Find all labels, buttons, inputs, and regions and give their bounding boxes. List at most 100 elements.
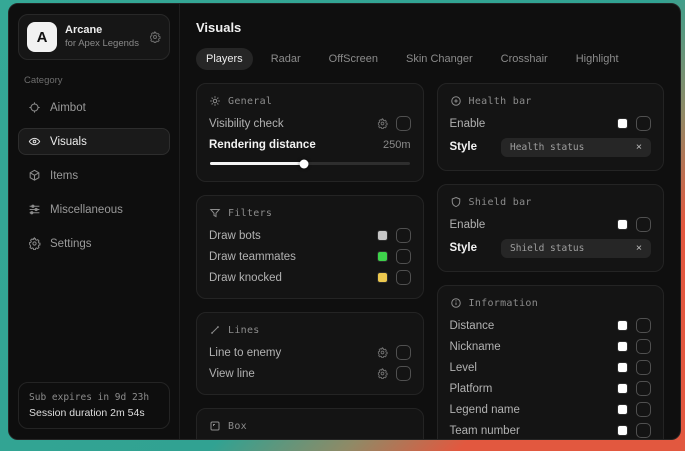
- checkbox[interactable]: [396, 228, 411, 243]
- gear-icon[interactable]: [377, 118, 388, 129]
- sidebar-item-miscellaneous[interactable]: Miscellaneous: [18, 196, 170, 223]
- gear-icon: [28, 237, 41, 250]
- app-window: A Arcane for Apex Legends Category Aimbo…: [8, 3, 681, 440]
- slider-thumb[interactable]: [299, 159, 308, 168]
- setting-row-box-enable: Enable: [209, 438, 411, 439]
- checkbox[interactable]: [636, 402, 651, 417]
- color-swatch[interactable]: [617, 341, 628, 352]
- sidebar-item-label: Settings: [50, 238, 92, 250]
- style-value: Health status: [510, 142, 584, 153]
- gear-icon[interactable]: [377, 368, 388, 379]
- panel-information: Information Distance Nickname Level: [437, 285, 665, 439]
- setting-label: Nickname: [450, 341, 501, 353]
- setting-label: Draw teammates: [209, 251, 296, 263]
- style-value: Shield status: [510, 243, 584, 254]
- sidebar-item-label: Aimbot: [50, 102, 86, 114]
- shield-icon: [450, 196, 462, 208]
- setting-row-health-style: Style Health status ×: [450, 134, 652, 160]
- setting-row-shield-style: Style Shield status ×: [450, 235, 652, 261]
- checkbox[interactable]: [636, 217, 651, 232]
- panel-title: Health bar: [469, 96, 532, 107]
- sliders-icon: [28, 203, 41, 216]
- tab-crosshair[interactable]: Crosshair: [491, 48, 558, 70]
- color-swatch[interactable]: [617, 320, 628, 331]
- setting-row-platform: Platform: [450, 378, 652, 399]
- color-swatch[interactable]: [377, 230, 388, 241]
- close-icon[interactable]: ×: [636, 142, 642, 153]
- setting-row-visibility-check: Visibility check: [209, 113, 411, 134]
- tab-highlight[interactable]: Highlight: [566, 48, 629, 70]
- crosshair-icon: [28, 101, 41, 114]
- checkbox[interactable]: [636, 360, 651, 375]
- sidebar-item-label: Items: [50, 170, 78, 182]
- checkbox[interactable]: [636, 423, 651, 438]
- style-select[interactable]: Shield status ×: [501, 239, 651, 258]
- sidebar-item-visuals[interactable]: Visuals: [18, 128, 170, 155]
- close-icon[interactable]: ×: [636, 243, 642, 254]
- panel-title: Shield bar: [469, 197, 532, 208]
- checkbox[interactable]: [396, 249, 411, 264]
- app-title-block: Arcane for Apex Legends: [65, 24, 141, 50]
- right-column: Health bar Enable Style Health status: [437, 83, 665, 426]
- panel-filters: Filters Draw bots Draw teammates: [196, 195, 424, 299]
- eye-icon: [28, 135, 41, 148]
- setting-label: Enable: [450, 219, 486, 231]
- category-label: Category: [24, 75, 164, 86]
- checkbox[interactable]: [636, 318, 651, 333]
- setting-label: Legend name: [450, 404, 520, 416]
- setting-label: Enable: [450, 118, 486, 130]
- cube-icon: [28, 169, 41, 182]
- checkbox[interactable]: [396, 116, 411, 131]
- session-duration: Session duration 2m 54s: [29, 407, 159, 419]
- tab-skin-changer[interactable]: Skin Changer: [396, 48, 483, 70]
- checkbox[interactable]: [396, 345, 411, 360]
- line-icon: [209, 324, 221, 336]
- color-swatch[interactable]: [617, 404, 628, 415]
- setting-row-draw-teammates: Draw teammates: [209, 246, 411, 267]
- setting-label: Draw knocked: [209, 272, 282, 284]
- sidebar-item-settings[interactable]: Settings: [18, 230, 170, 257]
- setting-row-level: Level: [450, 357, 652, 378]
- gear-icon[interactable]: [377, 347, 388, 358]
- info-icon: [450, 297, 462, 309]
- setting-row-draw-knocked: Draw knocked: [209, 267, 411, 288]
- left-column: General Visibility check Rendering dista…: [196, 83, 424, 426]
- panel-health-bar: Health bar Enable Style Health status: [437, 83, 665, 171]
- color-swatch[interactable]: [617, 118, 628, 129]
- page-title: Visuals: [196, 20, 664, 35]
- logo-card: A Arcane for Apex Legends: [18, 14, 170, 60]
- setting-label: View line: [209, 368, 255, 380]
- sidebar-item-label: Miscellaneous: [50, 204, 123, 216]
- funnel-icon: [209, 207, 221, 219]
- tab-radar[interactable]: Radar: [261, 48, 311, 70]
- tab-players[interactable]: Players: [196, 48, 253, 70]
- color-swatch[interactable]: [377, 272, 388, 283]
- style-select[interactable]: Health status ×: [501, 138, 651, 157]
- color-swatch[interactable]: [617, 219, 628, 230]
- color-swatch[interactable]: [617, 425, 628, 436]
- app-name: Arcane: [65, 24, 141, 38]
- checkbox[interactable]: [636, 339, 651, 354]
- subscription-expiry: Sub expires in 9d 23h: [29, 392, 159, 403]
- setting-label: Style: [450, 242, 478, 254]
- setting-label: Visibility check: [209, 118, 284, 130]
- health-icon: [450, 95, 462, 107]
- setting-row-team-number: Team number: [450, 420, 652, 439]
- color-swatch[interactable]: [617, 383, 628, 394]
- gear-icon[interactable]: [149, 31, 161, 43]
- app-logo: A: [27, 22, 57, 52]
- color-swatch[interactable]: [617, 362, 628, 373]
- tab-offscreen[interactable]: OffScreen: [319, 48, 388, 70]
- setting-label: Draw bots: [209, 230, 261, 242]
- sidebar: A Arcane for Apex Legends Category Aimbo…: [9, 4, 180, 439]
- color-swatch[interactable]: [377, 251, 388, 262]
- setting-label: Style: [450, 141, 478, 153]
- sun-icon: [209, 95, 221, 107]
- checkbox[interactable]: [396, 270, 411, 285]
- checkbox[interactable]: [396, 366, 411, 381]
- sidebar-item-aimbot[interactable]: Aimbot: [18, 94, 170, 121]
- rendering-distance-slider[interactable]: [210, 159, 410, 168]
- checkbox[interactable]: [636, 116, 651, 131]
- sidebar-item-items[interactable]: Items: [18, 162, 170, 189]
- checkbox[interactable]: [636, 381, 651, 396]
